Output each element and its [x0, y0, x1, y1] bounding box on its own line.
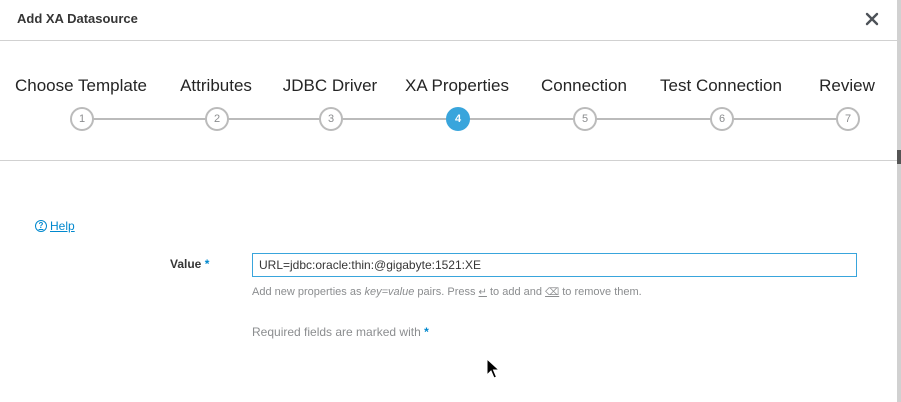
scrollbar-thumb[interactable]	[897, 150, 901, 164]
wizard-step-number: 6	[710, 107, 734, 131]
wizard-step-number: 7	[836, 107, 860, 131]
help-link-label: Help	[50, 219, 75, 233]
required-note-text: Required fields are marked with	[252, 325, 421, 339]
required-marker: *	[204, 257, 210, 271]
dialog-header: Add XA Datasource	[0, 0, 897, 41]
wizard-step-label: Test Connection	[660, 76, 782, 95]
mouse-pointer-icon	[486, 358, 500, 379]
wizard-steps: Choose Template 1 Attributes 2 JDBC Driv…	[0, 41, 897, 161]
help-text-part: pairs. Press	[414, 286, 479, 298]
wizard-step-label: Choose Template	[15, 76, 147, 95]
wizard-step-connection[interactable]: Connection 5	[514, 41, 654, 151]
backspace-key-icon: ⌫	[545, 287, 560, 298]
close-button[interactable]	[862, 8, 882, 30]
wizard-step-number: 3	[319, 107, 343, 131]
wizard-step-number: 2	[205, 107, 229, 131]
wizard-step-label: JDBC Driver	[282, 76, 378, 95]
required-marker: *	[424, 325, 429, 339]
help-text-part: to add and	[486, 286, 546, 298]
wizard-step-xa-properties[interactable]: XA Properties 4	[387, 41, 527, 151]
help-link[interactable]: ? Help	[35, 219, 75, 233]
wizard-step-choose-template[interactable]: Choose Template 1	[11, 41, 151, 151]
wizard-step-label: Connection	[540, 76, 627, 95]
wizard-step-number-active: 4	[446, 107, 470, 131]
wizard-step-review[interactable]: Review 7	[777, 41, 901, 151]
required-fields-note: Required fields are marked with *	[252, 325, 429, 339]
question-circle-icon: ?	[35, 220, 47, 232]
wizard-step-number: 1	[70, 107, 94, 131]
dialog-title: Add XA Datasource	[17, 11, 138, 26]
wizard-step-number: 5	[573, 107, 597, 131]
wizard-step-jdbc-driver[interactable]: JDBC Driver 3	[260, 41, 400, 151]
value-field-label: Value *	[170, 257, 209, 271]
wizard-step-label: Review	[819, 76, 875, 95]
enter-key-icon: ↵	[478, 287, 487, 298]
help-text-key-value: key=value	[364, 286, 415, 298]
help-text-part: to remove them.	[559, 286, 642, 298]
properties-help-text: Add new properties as key=value pairs. P…	[252, 286, 642, 298]
help-text-part: Add new properties as	[252, 286, 365, 298]
value-input[interactable]	[252, 253, 857, 277]
wizard-step-test-connection[interactable]: Test Connection 6	[651, 41, 791, 151]
wizard-step-label: XA Properties	[405, 76, 509, 95]
close-icon	[865, 12, 879, 26]
value-label-text: Value	[170, 257, 202, 271]
